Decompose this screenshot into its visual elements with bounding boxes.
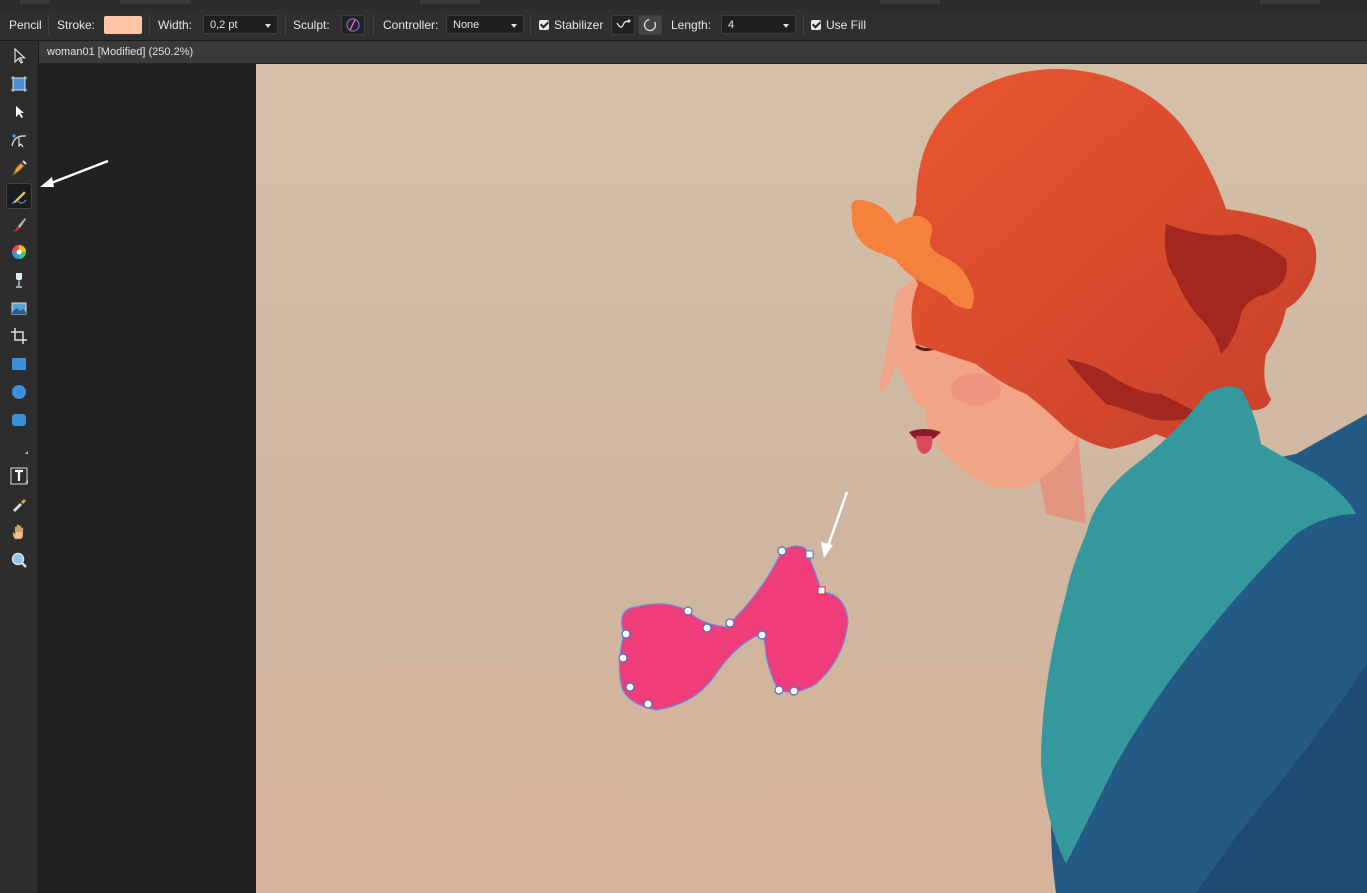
stroke-color-swatch[interactable]: [104, 16, 142, 34]
window-mode-button[interactable]: [638, 15, 662, 35]
use-fill-checkbox[interactable]: [811, 20, 821, 30]
tools-panel: [0, 41, 39, 893]
separator: [285, 15, 286, 35]
length-value: 4: [728, 19, 735, 31]
chevron-down-icon: [783, 24, 789, 28]
eyedropper-icon: [13, 499, 26, 512]
text-icon: [10, 467, 28, 485]
fill-tool[interactable]: [6, 239, 32, 265]
document-canvas[interactable]: [256, 64, 1367, 893]
separator: [48, 15, 49, 35]
image-icon: [11, 302, 27, 315]
sculpt-icon: [346, 18, 360, 32]
rope-stabilizer-icon: [616, 19, 631, 28]
node-arrow-icon: [16, 106, 24, 118]
chevron-down-icon: [511, 24, 517, 28]
controller-label: Controller:: [383, 18, 439, 32]
separator: [530, 15, 531, 35]
separator: [373, 15, 374, 35]
artboard-icon: [11, 76, 27, 92]
title-strip: [0, 0, 1367, 10]
rounded-rectangle-tool[interactable]: [6, 407, 32, 433]
crop-tool[interactable]: [6, 323, 32, 349]
document-tab[interactable]: woman01 [Modified] (250.2%): [38, 41, 1367, 64]
corner-curve-icon: [11, 134, 27, 148]
context-toolbar: Pencil Stroke: Width: 0,2 pt Sculpt: Con…: [0, 10, 1367, 41]
color-picker-tool[interactable]: [6, 491, 32, 517]
node-tool[interactable]: [6, 99, 32, 125]
chevron-down-icon: [265, 24, 271, 28]
pencil-icon: [11, 190, 27, 205]
color-wheel-icon: [12, 245, 26, 259]
ellipse-icon: [12, 385, 26, 399]
magnifier-icon: [11, 552, 27, 568]
cheek-blush: [951, 373, 1001, 405]
controller-value: None: [453, 19, 480, 31]
document-title: woman01 [Modified] (250.2%): [47, 46, 194, 58]
separator: [149, 15, 150, 35]
use-fill-label: Use Fill: [826, 18, 867, 32]
crop-icon: [11, 328, 27, 344]
brush-icon: [12, 218, 26, 232]
length-label: Length:: [671, 18, 712, 32]
view-tool[interactable]: [6, 519, 32, 545]
zoom-tool[interactable]: [6, 547, 32, 573]
tool-name-label: Pencil: [9, 18, 42, 32]
window-stabilizer-icon: [643, 18, 657, 32]
stabilizer-label: Stabilizer: [554, 18, 604, 32]
transparency-tool[interactable]: [6, 267, 32, 293]
artboard-tool[interactable]: [6, 71, 32, 97]
width-dropdown[interactable]: 0,2 pt: [203, 15, 278, 34]
ellipse-tool[interactable]: [6, 379, 32, 405]
end-node-handle[interactable]: [817, 586, 826, 595]
width-label: Width:: [158, 18, 193, 32]
place-image-tool[interactable]: [6, 295, 32, 321]
wine-glass-icon: [16, 273, 22, 288]
rectangle-tool[interactable]: [6, 351, 32, 377]
crescent-tool[interactable]: [6, 435, 32, 461]
controller-dropdown[interactable]: None: [446, 15, 524, 34]
hand-icon: [12, 524, 24, 540]
sculpt-label: Sculpt:: [293, 18, 330, 32]
pencil-tool[interactable]: [6, 183, 32, 209]
vector-brush-tool[interactable]: [6, 211, 32, 237]
separator: [803, 15, 804, 35]
pen-nib-icon: [11, 160, 27, 177]
corner-tool[interactable]: [6, 127, 32, 153]
stabilizer-checkbox[interactable]: [539, 20, 549, 30]
pointer-arrow-icon: [14, 47, 27, 64]
annotation-arrow-icon: [40, 159, 109, 187]
text-tool[interactable]: [6, 463, 32, 489]
width-value: 0,2 pt: [210, 19, 238, 31]
rope-mode-button[interactable]: [611, 15, 635, 35]
move-tool[interactable]: [6, 43, 32, 69]
stroke-label: Stroke:: [57, 18, 96, 32]
rounded-rectangle-icon: [12, 414, 26, 426]
length-dropdown[interactable]: 4: [721, 15, 796, 34]
selected-node-handle[interactable]: [805, 550, 814, 559]
crescent-icon: [14, 441, 28, 455]
sculpt-button[interactable]: [341, 15, 365, 35]
rectangle-icon: [12, 358, 26, 370]
pen-tool[interactable]: [6, 155, 32, 181]
